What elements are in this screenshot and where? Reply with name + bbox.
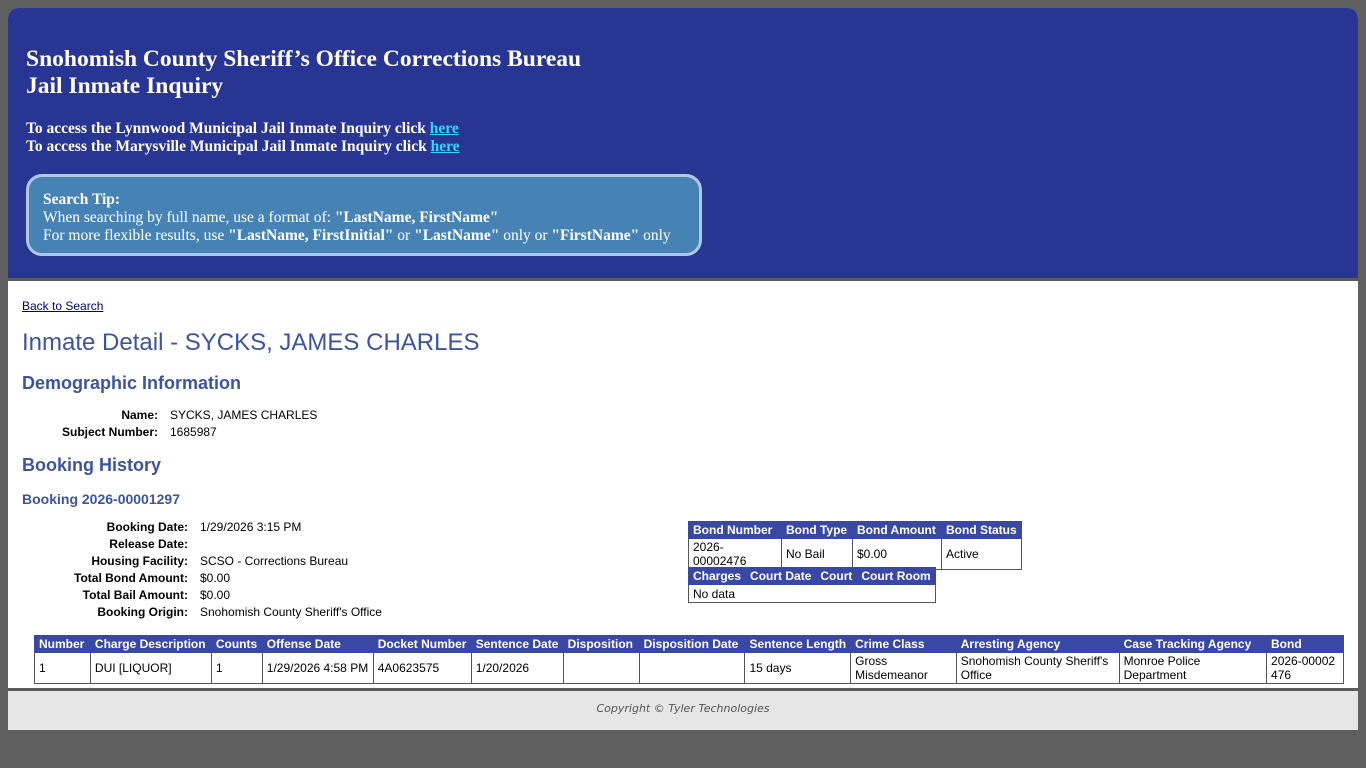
housing-facility-value: SCSO - Corrections Bureau — [200, 554, 349, 568]
demographic-subject-row: Subject Number: 1685987 — [22, 424, 317, 441]
case-tracking-agency-header: Case Tracking Agency — [1118, 635, 1268, 653]
bond-status-header: Bond Status — [941, 521, 1022, 539]
charge-description-cell: DUI [LIQUOR] — [89, 652, 212, 684]
charge-number-cell: 1 — [34, 652, 91, 684]
disposition-cell — [562, 652, 640, 684]
charge-description-header: Charge Description — [89, 635, 212, 653]
sentence-date-cell: 1/20/2026 — [470, 652, 564, 684]
marysville-access-line: To access the Marysville Municipal Jail … — [26, 138, 460, 156]
booking-field-row: Booking Origin: Snohomish County Sheriff'… — [22, 604, 382, 621]
name-value: SYCKS, JAMES CHARLES — [170, 408, 318, 422]
demographic-info: Name: SYCKS, JAMES CHARLES Subject Numbe… — [22, 407, 317, 441]
back-to-search-link[interactable]: Back to Search — [22, 299, 103, 313]
booking-origin-value: Snohomish County Sheriff's Office — [200, 605, 382, 619]
site-title-line1: Snohomish County Sheriff’s Office Correc… — [26, 46, 582, 72]
site-title: Snohomish County Sheriff’s Office Correc… — [26, 46, 581, 100]
arresting-agency-header: Arresting Agency — [955, 635, 1120, 653]
disposition-date-header: Disposition Date — [638, 635, 746, 653]
bond-table-header-row: Bond Number Bond Type Bond Amount Bond S… — [688, 521, 1022, 539]
counts-cell: 1 — [210, 652, 263, 684]
booking-date-label: Booking Date: — [106, 520, 188, 534]
marysville-access-text: To access the Marysville Municipal Jail … — [26, 138, 427, 155]
search-tip-heading: Search Tip: — [43, 191, 121, 208]
bond-amount-header: Bond Amount — [852, 521, 942, 539]
booking-field-row: Housing Facility: SCSO - Corrections Bure… — [22, 553, 382, 570]
booking-history-heading: Booking History — [22, 455, 162, 475]
copyright-text: Copyright © Tyler Technologies — [596, 702, 770, 715]
total-bail-label: Total Bail Amount: — [82, 588, 188, 602]
disposition-date-cell — [638, 652, 746, 684]
bond-header: Bond — [1266, 635, 1344, 653]
court-empty-cell: No data — [688, 584, 936, 603]
crime-class-cell: Gross Misdemeanor — [850, 652, 957, 684]
lynnwood-access-text: To access the Lynnwood Municipal Jail In… — [26, 120, 426, 137]
bond-type-header: Bond Type — [781, 521, 853, 539]
docket-number-header: Docket Number — [372, 635, 472, 653]
booking-field-row: Release Date: — [22, 536, 382, 553]
bond-number-cell: 2026-00002476 — [688, 538, 782, 570]
lynnwood-access-line: To access the Lynnwood Municipal Jail In… — [26, 120, 460, 138]
docket-number-cell: 4A0623575 — [372, 652, 472, 684]
offense-date-header: Offense Date — [261, 635, 374, 653]
marysville-here-link[interactable]: here — [431, 138, 460, 155]
counts-header: Counts — [210, 635, 263, 653]
lynnwood-here-link[interactable]: here — [430, 120, 459, 137]
court-table: Charges Court Date Court Court Room No d… — [687, 567, 936, 603]
disposition-header: Disposition — [562, 635, 640, 653]
search-tip-line1: When searching by full name, use a forma… — [43, 209, 499, 226]
sentence-length-header: Sentence Length — [744, 635, 852, 653]
bond-number-header: Bond Number — [688, 521, 782, 539]
court-header: Court — [815, 567, 858, 585]
case-tracking-agency-cell: Monroe Police Department — [1118, 652, 1268, 684]
court-date-header: Court Date — [745, 567, 817, 585]
bond-type-cell: No Bail — [781, 538, 853, 570]
table-row: 2026-00002476 No Bail $0.00 Active — [688, 538, 1022, 570]
name-label: Name: — [121, 408, 158, 422]
sentence-date-header: Sentence Date — [470, 635, 564, 653]
site-title-line2: Jail Inmate Inquiry — [26, 73, 224, 99]
charges-table-header-row: Number Charge Description Counts Offense… — [34, 635, 1344, 653]
bond-amount-cell: $0.00 — [852, 538, 942, 570]
demographic-heading: Demographic Information — [22, 373, 242, 393]
footer: Copyright © Tyler Technologies — [8, 688, 1358, 730]
charge-bond-cell: 2026-00002476 — [1266, 652, 1344, 684]
site-header: Snohomish County Sheriff’s Office Correc… — [8, 8, 1358, 281]
booking-field-row: Booking Date: 1/29/2026 3:15 PM — [22, 519, 382, 536]
charges-header: Charges — [687, 567, 747, 585]
table-row: No data — [688, 584, 936, 603]
booking-date-value: 1/29/2026 3:15 PM — [200, 520, 302, 534]
booking-field-row: Total Bail Amount: $0.00 — [22, 587, 382, 604]
crime-class-header: Crime Class — [850, 635, 957, 653]
page-frame: Snohomish County Sheriff’s Office Correc… — [8, 8, 1358, 730]
sentence-length-cell: 15 days — [744, 652, 852, 684]
booking-field-row: Total Bond Amount: $0.00 — [22, 570, 382, 587]
search-tip-line2: For more flexible results, use "LastName… — [43, 227, 671, 244]
arresting-agency-cell: Snohomish County Sheriff's Office — [955, 652, 1120, 684]
court-table-header-row: Charges Court Date Court Court Room — [687, 567, 936, 585]
bond-table: Bond Number Bond Type Bond Amount Bond S… — [688, 521, 1022, 570]
booking-heading: Booking 2026-00001297 — [22, 491, 180, 507]
total-bond-label: Total Bond Amount: — [74, 571, 188, 585]
bond-status-cell: Active — [941, 538, 1022, 570]
access-links: To access the Lynnwood Municipal Jail In… — [26, 120, 460, 156]
charges-table: Number Charge Description Counts Offense… — [34, 635, 1344, 684]
release-date-value — [188, 536, 200, 553]
housing-facility-label: Housing Facility: — [91, 554, 188, 568]
demographic-name-row: Name: SYCKS, JAMES CHARLES — [22, 407, 317, 424]
table-row: 1 DUI [LIQUOR] 1 1/29/2026 4:58 PM 4A062… — [34, 652, 1344, 684]
subject-number-label: Subject Number: — [61, 425, 158, 439]
offense-date-cell: 1/29/2026 4:58 PM — [261, 652, 374, 684]
court-room-header: Court Room — [856, 567, 936, 585]
booking-origin-label: Booking Origin: — [97, 605, 188, 619]
booking-details: Booking Date: 1/29/2026 3:15 PM Release D… — [22, 519, 382, 621]
inmate-detail-title: Inmate Detail - SYCKS, JAMES CHARLES — [22, 329, 480, 356]
total-bail-value: $0.00 — [200, 588, 231, 602]
number-header: Number — [34, 635, 91, 653]
search-tip-box: Search Tip: When searching by full name,… — [26, 174, 702, 256]
subject-number-value: 1685987 — [170, 425, 217, 439]
release-date-label: Release Date: — [109, 537, 188, 551]
total-bond-value: $0.00 — [200, 571, 231, 585]
